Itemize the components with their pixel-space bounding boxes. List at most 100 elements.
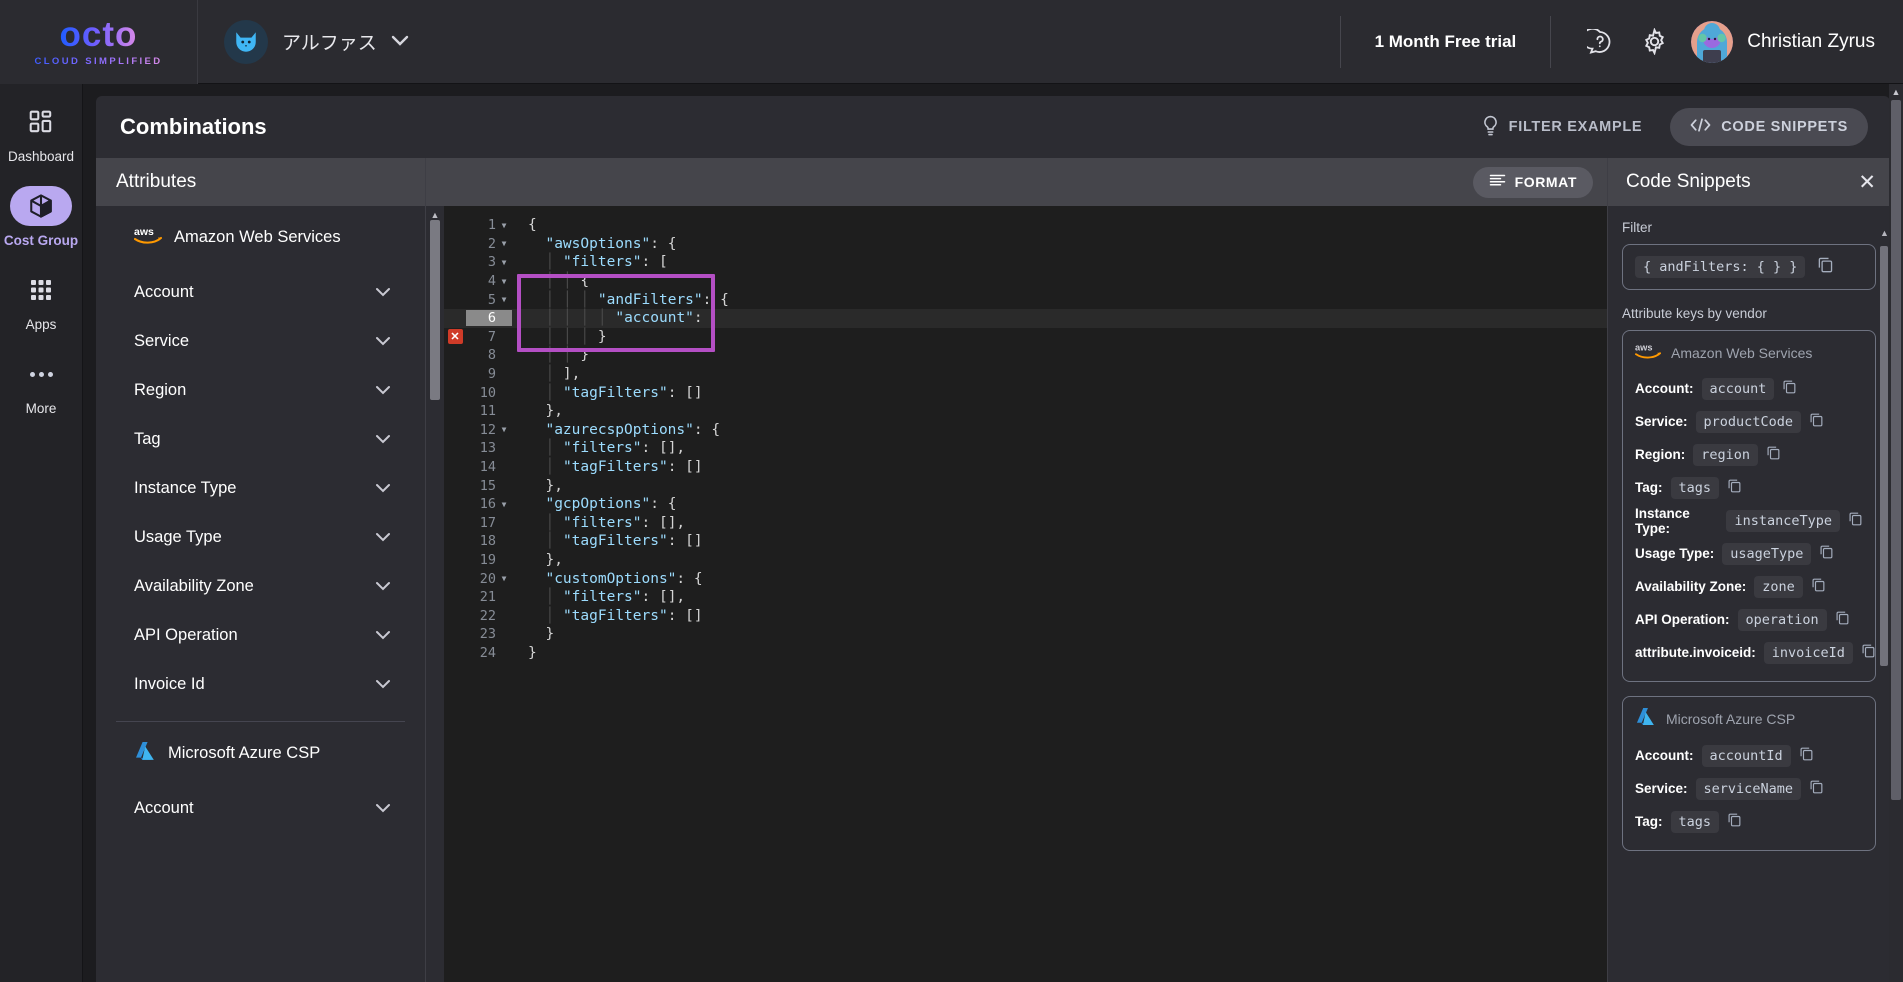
user-menu[interactable]: Christian Zyrus [1691, 20, 1903, 63]
code-line[interactable]: 3 ▼ │ "filters": [ [444, 253, 1607, 272]
fold-arrow-icon[interactable]: ▼ [496, 258, 512, 267]
sidebar-item-more[interactable]: More [0, 354, 83, 416]
code-editor[interactable]: 1 ▼{2 ▼ "awsOptions": {3 ▼ │ "filters": [4 ▼… [444, 206, 1607, 982]
close-icon[interactable]: ✕ [1858, 172, 1876, 193]
org-switcher[interactable]: アルファス [198, 19, 435, 64]
code-line-text: │ │ │ │ "account": [545, 310, 703, 327]
scroll-up-icon[interactable]: ▲ [426, 206, 444, 220]
sidebar-item-cost-group[interactable]: Cost Group [0, 186, 83, 248]
format-button[interactable]: FORMAT [1472, 166, 1593, 198]
svg-text:aws: aws [134, 226, 154, 238]
line-gutter: 6 [466, 310, 512, 327]
copy-icon[interactable] [1819, 544, 1834, 564]
fold-arrow-icon[interactable]: ▼ [496, 239, 512, 248]
chevron-down-icon[interactable] [375, 676, 397, 693]
attribute-row-instance-type[interactable]: Instance Type [116, 464, 405, 513]
copy-icon[interactable] [1727, 478, 1742, 498]
chevron-down-icon[interactable] [375, 284, 397, 301]
copy-icon[interactable] [1809, 779, 1824, 799]
editor-scroll-thumb[interactable] [430, 220, 440, 400]
chevron-down-icon[interactable] [375, 529, 397, 546]
snippets-scrollbar[interactable]: ▲ [1880, 228, 1889, 978]
copy-icon[interactable] [1811, 577, 1826, 597]
code-line[interactable]: 18 │ "tagFilters": [] [444, 532, 1607, 551]
copy-icon[interactable] [1782, 379, 1797, 399]
app-logo[interactable]: octo CLOUD SIMPLIFIED [0, 0, 198, 84]
fold-arrow-icon[interactable]: ▼ [496, 295, 512, 304]
code-line[interactable]: 22 │ "tagFilters": [] [444, 606, 1607, 625]
attribute-row-account[interactable]: Account [116, 268, 405, 317]
code-line[interactable]: 20 ▼ "customOptions": { [444, 569, 1607, 588]
code-brackets-icon [1690, 117, 1711, 137]
sidebar-item-dashboard[interactable]: Dashboard [0, 102, 83, 164]
fold-arrow-icon[interactable]: ▼ [496, 500, 512, 509]
code-line[interactable]: 14 │ "tagFilters": [] [444, 458, 1607, 477]
copy-icon[interactable] [1766, 445, 1781, 465]
snippet-key-label: Account: [1635, 381, 1694, 396]
snippets-scroll-thumb[interactable] [1880, 246, 1888, 666]
code-line[interactable]: 10 │ "tagFilters": [] [444, 383, 1607, 402]
code-line[interactable]: 17 │ "filters": [], [444, 514, 1607, 533]
chevron-down-icon[interactable] [375, 800, 397, 817]
free-trial-banner[interactable]: 1 Month Free trial [1339, 15, 1552, 68]
chevron-down-icon[interactable] [375, 578, 397, 595]
line-number: 11 [479, 403, 496, 420]
help-icon[interactable] [1585, 27, 1615, 57]
code-line[interactable]: 1 ▼ { [444, 216, 1607, 235]
chevron-down-icon[interactable] [391, 34, 409, 49]
copy-icon[interactable] [1835, 610, 1850, 630]
attribute-label: Instance Type [134, 479, 237, 497]
more-dots-icon [10, 354, 72, 394]
code-line[interactable]: 23 } [444, 625, 1607, 644]
attribute-row-azure-account[interactable]: Account [116, 784, 405, 833]
scroll-up-icon[interactable]: ▲ [1880, 228, 1889, 238]
code-line[interactable]: 9 │ ], [444, 365, 1607, 384]
copy-icon[interactable] [1809, 412, 1824, 432]
chevron-down-icon[interactable] [375, 627, 397, 644]
code-snippets-button[interactable]: CODE SNIPPETS [1670, 108, 1868, 146]
copy-icon[interactable] [1817, 256, 1834, 278]
code-line[interactable]: 21 │ "filters": [], [444, 588, 1607, 607]
code-line[interactable]: 13 │ "filters": [], [444, 439, 1607, 458]
sidebar-item-apps[interactable]: Apps [0, 270, 83, 332]
editor-scrollbar[interactable]: ▲ [426, 206, 444, 982]
fold-arrow-icon[interactable]: ▼ [496, 574, 512, 583]
chevron-down-icon[interactable] [375, 480, 397, 497]
chevron-down-icon[interactable] [375, 431, 397, 448]
scroll-up-icon[interactable]: ▲ [1889, 84, 1903, 97]
chevron-down-icon[interactable] [375, 333, 397, 350]
attribute-row-api-operation[interactable]: API Operation [116, 611, 405, 660]
code-line[interactable]: 8 │ │ } [444, 346, 1607, 365]
fold-arrow-icon[interactable]: ▼ [496, 277, 512, 286]
code-line[interactable]: ✕ 7 │ │ │ } [444, 328, 1607, 347]
code-line[interactable]: 6 │ │ │ │ "account": [444, 308, 1607, 328]
copy-icon[interactable] [1861, 643, 1876, 663]
window-scroll-thumb[interactable] [1891, 100, 1901, 800]
code-line[interactable]: 15 }, [444, 476, 1607, 495]
copy-icon[interactable] [1799, 746, 1814, 766]
code-line-text: │ "tagFilters": [] [545, 533, 703, 550]
filter-example-button[interactable]: FILTER EXAMPLE [1476, 115, 1649, 140]
code-line[interactable]: 11 }, [444, 402, 1607, 421]
attribute-row-tag[interactable]: Tag [116, 415, 405, 464]
window-scrollbar[interactable]: ▲ [1889, 84, 1903, 982]
attribute-row-usage-type[interactable]: Usage Type [116, 513, 405, 562]
attribute-row-invoice-id[interactable]: Invoice Id [116, 660, 405, 709]
copy-icon[interactable] [1848, 511, 1863, 531]
code-line[interactable]: 19 }, [444, 551, 1607, 570]
gear-icon[interactable] [1639, 27, 1669, 57]
attribute-row-availability-zone[interactable]: Availability Zone [116, 562, 405, 611]
code-line[interactable]: 4 ▼ │ │ { [444, 272, 1607, 291]
code-line[interactable]: 24} [444, 644, 1607, 663]
chevron-down-icon[interactable] [375, 382, 397, 399]
attribute-row-region[interactable]: Region [116, 366, 405, 415]
code-line[interactable]: 5 ▼ │ │ │ "andFilters": { [444, 290, 1607, 309]
copy-icon[interactable] [1727, 812, 1742, 832]
snippet-key-row: Region: region [1635, 438, 1863, 471]
fold-arrow-icon[interactable]: ▼ [496, 425, 512, 434]
fold-arrow-icon[interactable]: ▼ [496, 221, 512, 230]
code-line[interactable]: 12 ▼ "azurecspOptions": { [444, 421, 1607, 440]
code-line[interactable]: 16 ▼ "gcpOptions": { [444, 495, 1607, 514]
attribute-row-service[interactable]: Service [116, 317, 405, 366]
code-line[interactable]: 2 ▼ "awsOptions": { [444, 235, 1607, 254]
